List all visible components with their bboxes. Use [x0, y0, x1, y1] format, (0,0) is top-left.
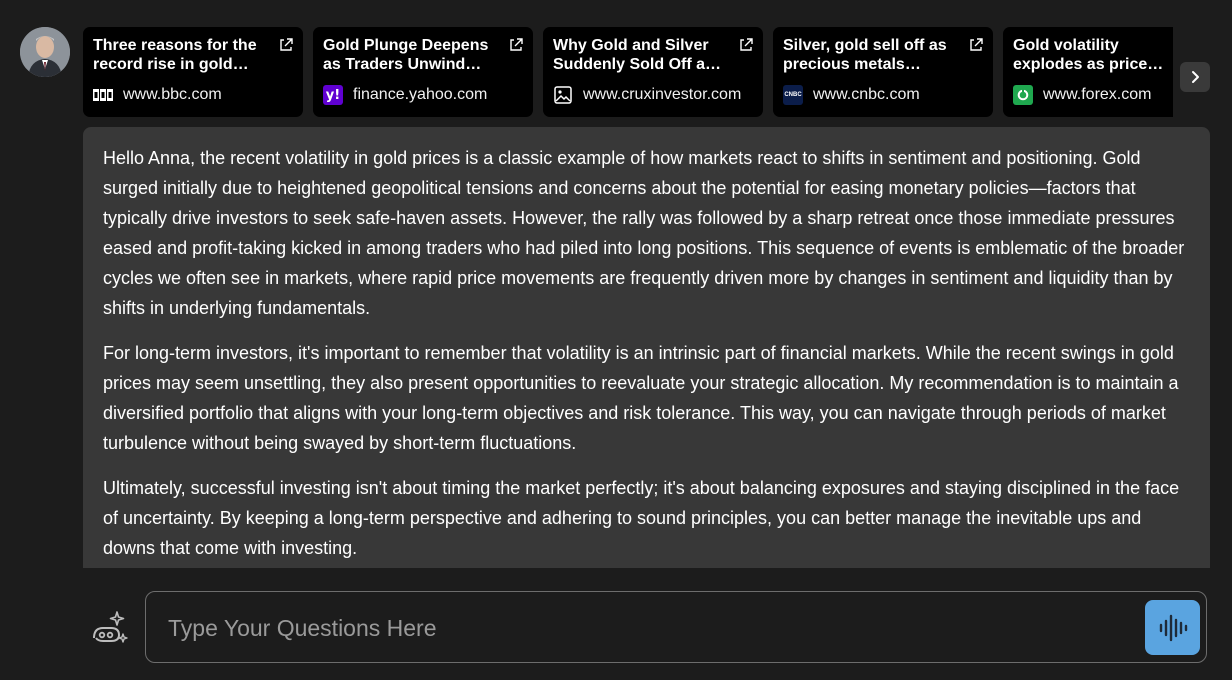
- assistant-avatar: [20, 27, 70, 77]
- external-link-icon[interactable]: [738, 37, 754, 53]
- forex-logo-icon: [1013, 85, 1033, 105]
- question-input-container: [145, 591, 1207, 663]
- source-domain: www.cnbc.com: [813, 86, 920, 103]
- source-domain-row: CNBC www.cnbc.com: [783, 85, 920, 105]
- source-card-cnbc[interactable]: Silver, gold sell off as precious metals…: [773, 27, 993, 117]
- next-sources-button[interactable]: [1180, 62, 1210, 92]
- source-title: Gold volatility explodes as price…: [1013, 37, 1164, 73]
- message-paragraph: Ultimately, successful investing isn't a…: [103, 478, 1180, 558]
- source-title: Silver, gold sell off as precious metals…: [783, 37, 947, 73]
- external-link-icon[interactable]: [508, 37, 524, 53]
- source-domain: www.forex.com: [1043, 86, 1152, 103]
- voice-input-button[interactable]: [1145, 600, 1200, 655]
- image-placeholder-icon: [553, 85, 573, 105]
- source-domain-row: y! finance.yahoo.com: [323, 85, 487, 105]
- cnbc-logo-icon: CNBC: [783, 85, 803, 105]
- source-domain: www.bbc.com: [123, 86, 222, 103]
- assistant-message: Hello Anna, the recent volatility in gol…: [83, 127, 1210, 568]
- source-card-cruxinvestor[interactable]: Why Gold and Silver Suddenly Sold Off a……: [543, 27, 763, 117]
- magic-suggest-icon[interactable]: [89, 608, 129, 648]
- bbc-logo-icon: [93, 85, 113, 105]
- source-title: Gold Plunge Deepens as Traders Unwind…: [323, 37, 489, 73]
- source-domain-row: www.bbc.com: [93, 85, 222, 105]
- source-title: Three reasons for the record rise in gol…: [93, 37, 257, 73]
- message-paragraph: Hello Anna, the recent volatility in gol…: [103, 148, 1185, 318]
- message-paragraph: For long-term investors, it's important …: [103, 343, 1179, 453]
- source-domain-row: www.forex.com: [1013, 85, 1151, 105]
- source-cards-strip: Three reasons for the record rise in gol…: [83, 27, 1173, 117]
- yahoo-logo-icon: y!: [323, 85, 343, 105]
- external-link-icon[interactable]: [278, 37, 294, 53]
- external-link-icon[interactable]: [968, 37, 984, 53]
- source-card-yahoo[interactable]: Gold Plunge Deepens as Traders Unwind… y…: [313, 27, 533, 117]
- source-card-forex[interactable]: Gold volatility explodes as price… www.f…: [1003, 27, 1173, 117]
- chevron-right-icon: [1192, 71, 1199, 83]
- question-input[interactable]: [166, 608, 1130, 648]
- source-domain: finance.yahoo.com: [353, 86, 488, 103]
- source-title: Why Gold and Silver Suddenly Sold Off a…: [553, 37, 722, 73]
- source-domain: www.cruxinvestor.com: [583, 86, 742, 103]
- waveform-icon: [1159, 614, 1187, 641]
- source-card-bbc[interactable]: Three reasons for the record rise in gol…: [83, 27, 303, 117]
- source-domain-row: www.cruxinvestor.com: [553, 85, 741, 105]
